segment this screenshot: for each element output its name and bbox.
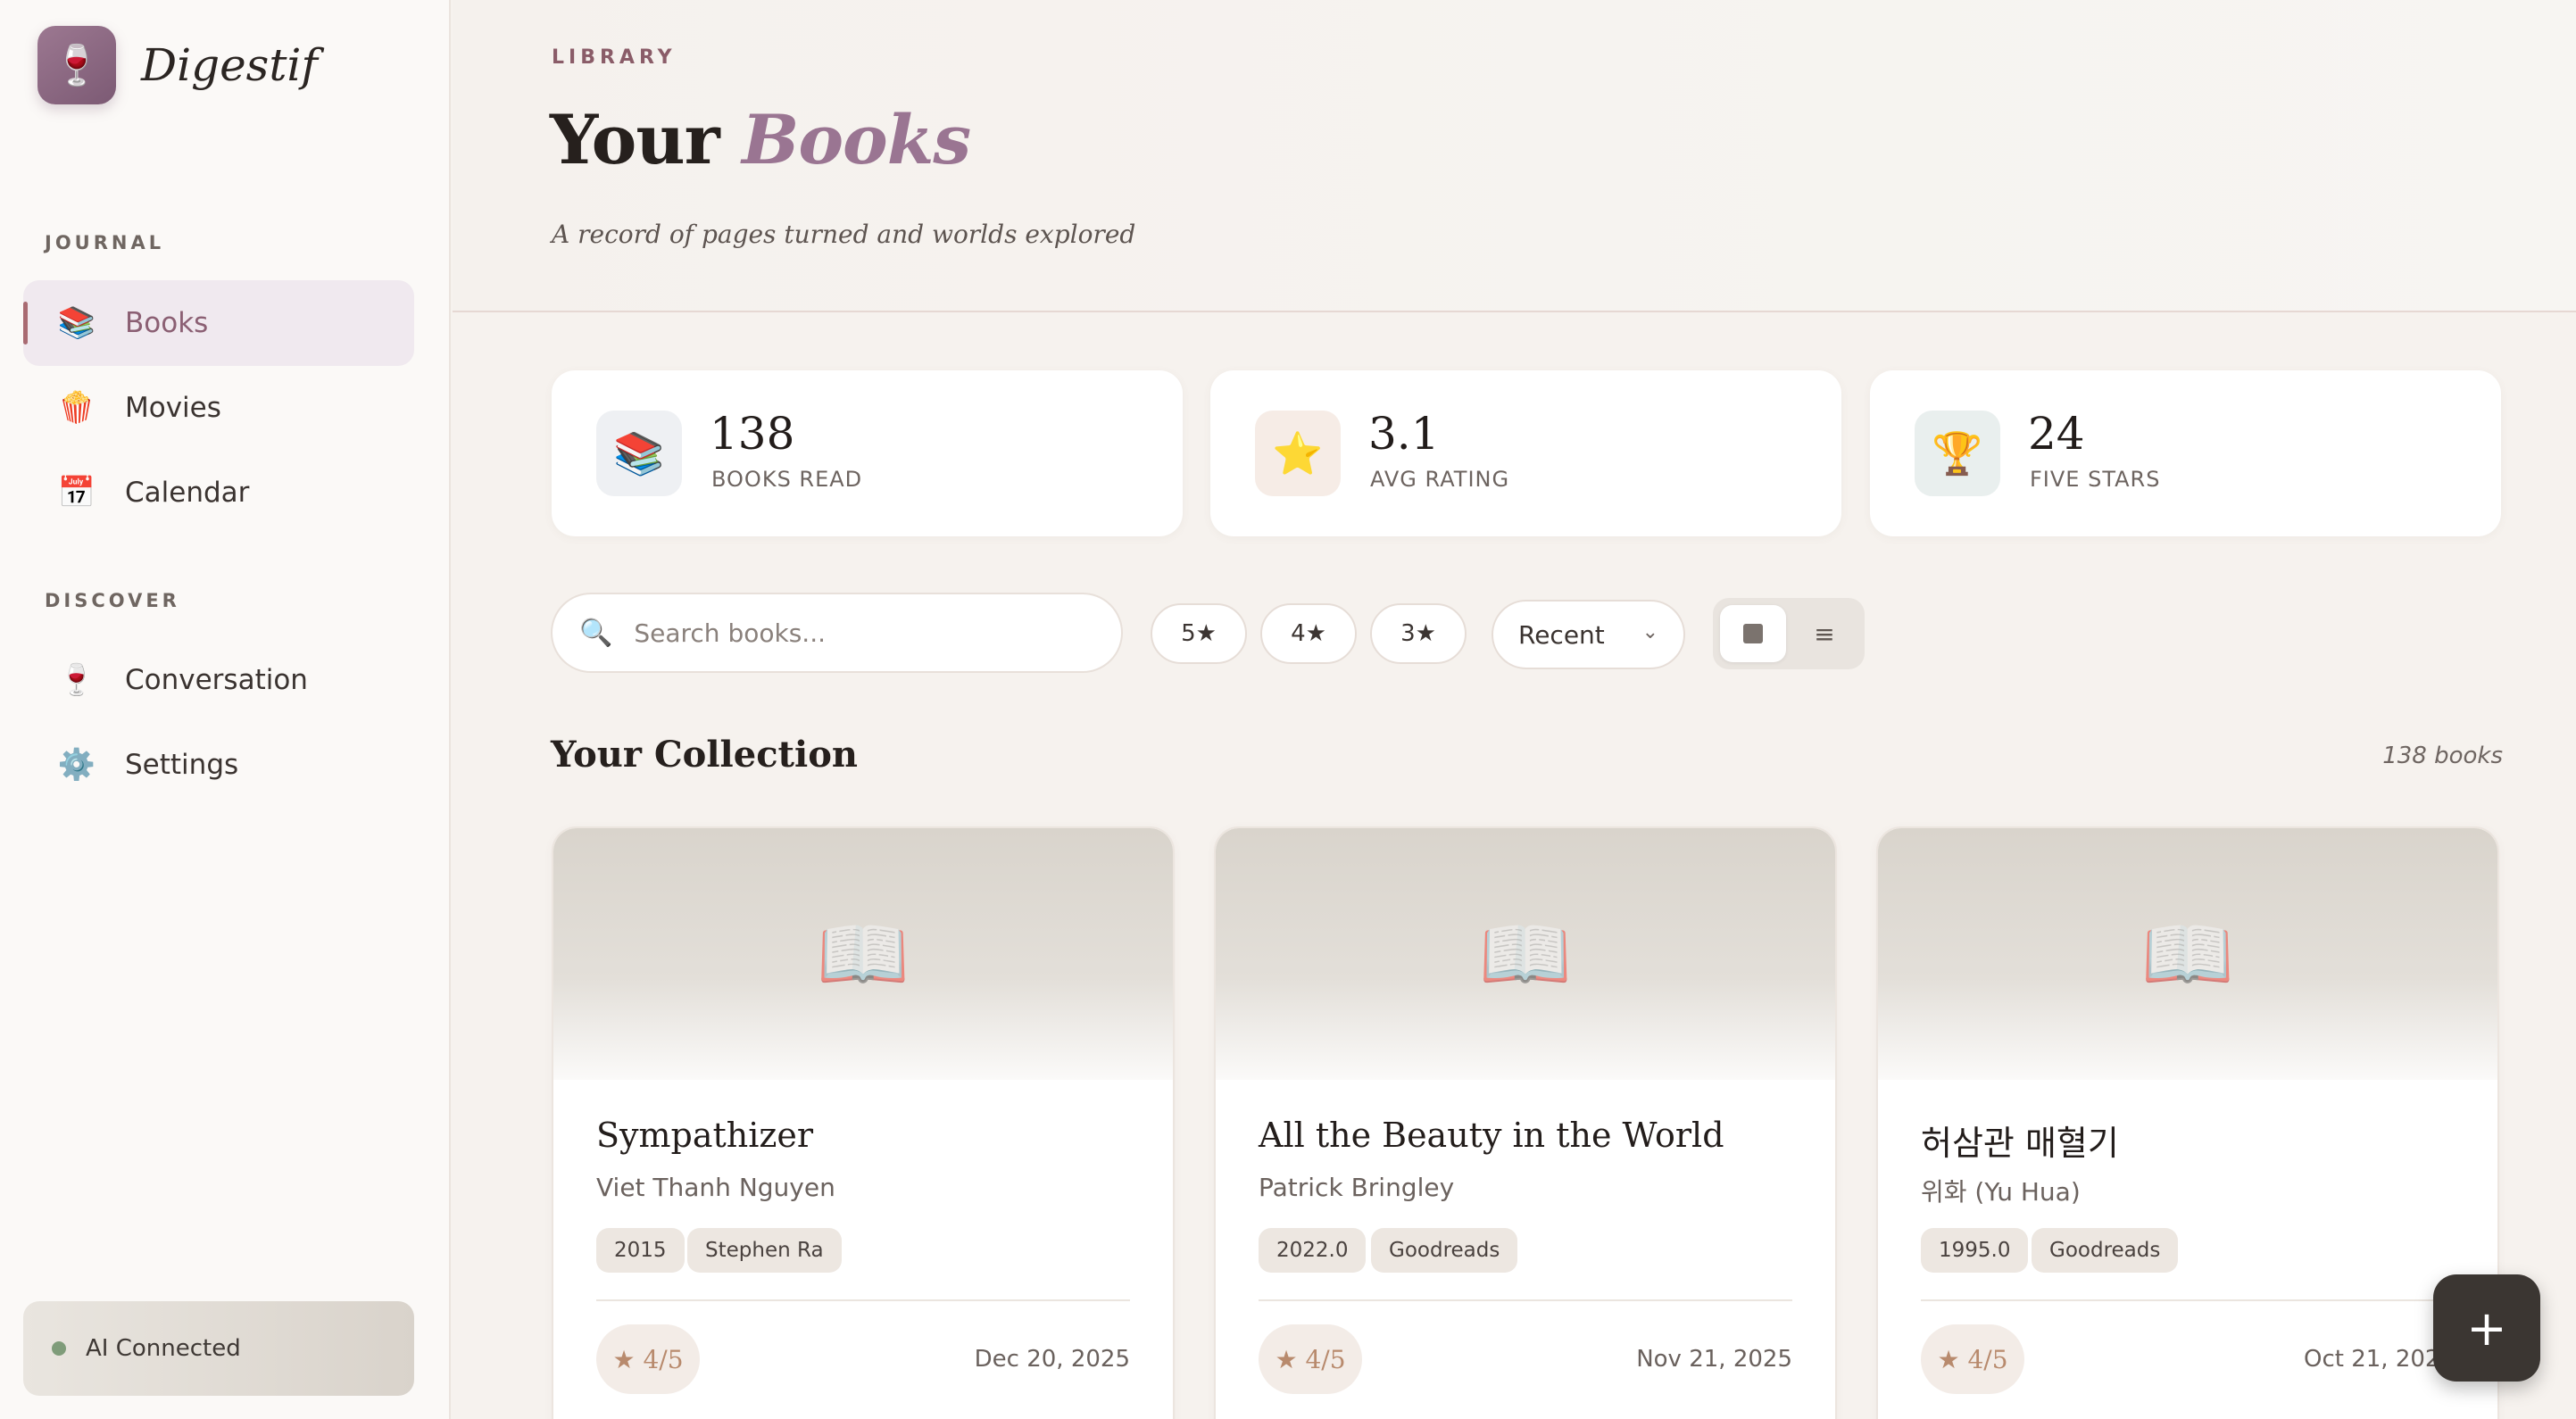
rating-badge: ★ 4/5 bbox=[1259, 1324, 1362, 1394]
book-author: 위화 (Yu Hua) bbox=[1921, 1177, 2081, 1207]
stat-card-avg-rating: ⭐ 3.1 AVG RATING bbox=[1210, 370, 1841, 536]
books-icon: 📚 bbox=[596, 411, 682, 496]
grid-view-icon bbox=[1743, 624, 1763, 643]
sidebar-item-calendar[interactable]: 📅 Calendar bbox=[23, 450, 414, 535]
wine-glass-icon: 🍷 bbox=[57, 662, 96, 698]
trophy-icon: 🏆 bbox=[1915, 411, 2000, 496]
card-divider bbox=[1259, 1299, 1792, 1301]
open-book-icon: 📖 bbox=[2140, 909, 2235, 998]
book-card[interactable]: 📖 All the Beauty in the World Patrick Br… bbox=[1214, 826, 1837, 1419]
page-header: LIBRARY Your Books A record of pages tur… bbox=[453, 0, 2576, 312]
gear-icon: ⚙️ bbox=[57, 747, 96, 783]
sort-select[interactable]: Recent ⌄ bbox=[1492, 600, 1685, 669]
sidebar-item-label: Settings bbox=[125, 749, 239, 781]
search-icon: 🔍 bbox=[579, 617, 613, 649]
sidebar-item-books[interactable]: 📚 Books bbox=[23, 280, 414, 366]
book-title: 허삼관 매혈기 bbox=[1921, 1124, 2119, 1163]
stat-value: 24 bbox=[2028, 408, 2085, 460]
book-cover: 📖 bbox=[1878, 828, 2497, 1080]
book-tag-source: Stephen Ra bbox=[687, 1228, 842, 1273]
popcorn-icon: 🍿 bbox=[57, 390, 96, 426]
book-tag-source: Goodreads bbox=[1371, 1228, 1518, 1273]
nav-section-journal: JOURNAL bbox=[45, 232, 165, 253]
nav-section-discover: DISCOVER bbox=[45, 590, 180, 611]
stat-label: FIVE STARS bbox=[2030, 467, 2161, 492]
add-book-button[interactable]: + bbox=[2433, 1274, 2540, 1382]
ai-status-label: AI Connected bbox=[86, 1335, 241, 1362]
search-input[interactable] bbox=[634, 618, 1099, 648]
book-cover: 📖 bbox=[553, 828, 1173, 1080]
card-divider bbox=[1921, 1299, 2455, 1301]
star-icon: ⭐ bbox=[1255, 411, 1341, 496]
list-view-icon: ≡ bbox=[1814, 618, 1835, 649]
rating-badge: ★ 4/5 bbox=[1921, 1324, 2024, 1394]
collection-count: 138 books bbox=[2382, 743, 2503, 769]
book-date: Dec 20, 2025 bbox=[974, 1346, 1130, 1373]
eyebrow-label: LIBRARY bbox=[552, 46, 677, 69]
stat-label: BOOKS READ bbox=[711, 467, 863, 492]
book-tag-year: 2015 bbox=[596, 1228, 685, 1273]
page-title: Your Books bbox=[550, 100, 971, 179]
collection-title: Your Collection bbox=[551, 734, 858, 776]
sidebar-item-label: Movies bbox=[125, 392, 221, 424]
app-name: Digestif bbox=[141, 39, 318, 91]
sidebar: 🍷 Digestif JOURNAL 📚 Books 🍿 Movies 📅 Ca… bbox=[0, 0, 451, 1419]
sidebar-item-label: Calendar bbox=[125, 477, 250, 509]
filter-chip-4-star[interactable]: 4★ bbox=[1260, 603, 1357, 664]
sidebar-item-movies[interactable]: 🍿 Movies bbox=[23, 365, 414, 451]
page-subtitle: A record of pages turned and worlds expl… bbox=[552, 220, 1136, 249]
sidebar-item-conversation[interactable]: 🍷 Conversation bbox=[23, 637, 414, 723]
ai-status-indicator[interactable]: AI Connected bbox=[23, 1301, 414, 1396]
book-date: Oct 21, 2025 bbox=[2304, 1346, 2455, 1373]
rating-badge: ★ 4/5 bbox=[596, 1324, 700, 1394]
page-title-accent: Books bbox=[742, 100, 971, 179]
brand[interactable]: 🍷 Digestif bbox=[37, 26, 318, 104]
book-tag-year: 2022.0 bbox=[1259, 1228, 1367, 1273]
view-toggle: ≡ bbox=[1713, 598, 1865, 669]
list-view-button[interactable]: ≡ bbox=[1791, 605, 1857, 662]
page-title-plain: Your bbox=[550, 100, 720, 179]
book-card[interactable]: 📖 Sympathizer Viet Thanh Nguyen 2015 Ste… bbox=[552, 826, 1175, 1419]
card-divider bbox=[596, 1299, 1130, 1301]
grid-view-button[interactable] bbox=[1720, 605, 1786, 662]
stat-label: AVG RATING bbox=[1370, 467, 1510, 492]
chevron-down-icon: ⌄ bbox=[1641, 621, 1658, 643]
filter-chip-5-star[interactable]: 5★ bbox=[1151, 603, 1247, 664]
book-tag-year: 1995.0 bbox=[1921, 1228, 2029, 1273]
sort-select-value: Recent bbox=[1518, 619, 1605, 650]
stat-value: 138 bbox=[710, 408, 795, 460]
book-date: Nov 21, 2025 bbox=[1636, 1346, 1792, 1373]
stat-card-five-stars: 🏆 24 FIVE STARS bbox=[1870, 370, 2501, 536]
status-dot-icon bbox=[52, 1341, 66, 1356]
book-cover: 📖 bbox=[1216, 828, 1835, 1080]
search-box[interactable]: 🔍 bbox=[551, 593, 1123, 673]
wine-glass-icon: 🍷 bbox=[37, 26, 116, 104]
stat-card-books-read: 📚 138 BOOKS READ bbox=[552, 370, 1183, 536]
book-card[interactable]: 📖 허삼관 매혈기 위화 (Yu Hua) 1995.0 Goodreads ★… bbox=[1876, 826, 2499, 1419]
sidebar-item-label: Conversation bbox=[125, 664, 308, 696]
sidebar-item-label: Books bbox=[125, 307, 209, 339]
book-tag-source: Goodreads bbox=[2032, 1228, 2179, 1273]
book-author: Patrick Bringley bbox=[1259, 1173, 1455, 1202]
filter-chip-3-star[interactable]: 3★ bbox=[1370, 603, 1467, 664]
stat-value: 3.1 bbox=[1368, 408, 1440, 460]
open-book-icon: 📖 bbox=[1478, 909, 1573, 998]
sidebar-item-settings[interactable]: ⚙️ Settings bbox=[23, 722, 414, 808]
book-title: All the Beauty in the World bbox=[1259, 1116, 1724, 1155]
book-title: Sympathizer bbox=[596, 1116, 814, 1155]
calendar-icon: 📅 bbox=[57, 475, 96, 510]
book-author: Viet Thanh Nguyen bbox=[596, 1173, 835, 1202]
books-icon: 📚 bbox=[57, 305, 96, 341]
open-book-icon: 📖 bbox=[816, 909, 910, 998]
